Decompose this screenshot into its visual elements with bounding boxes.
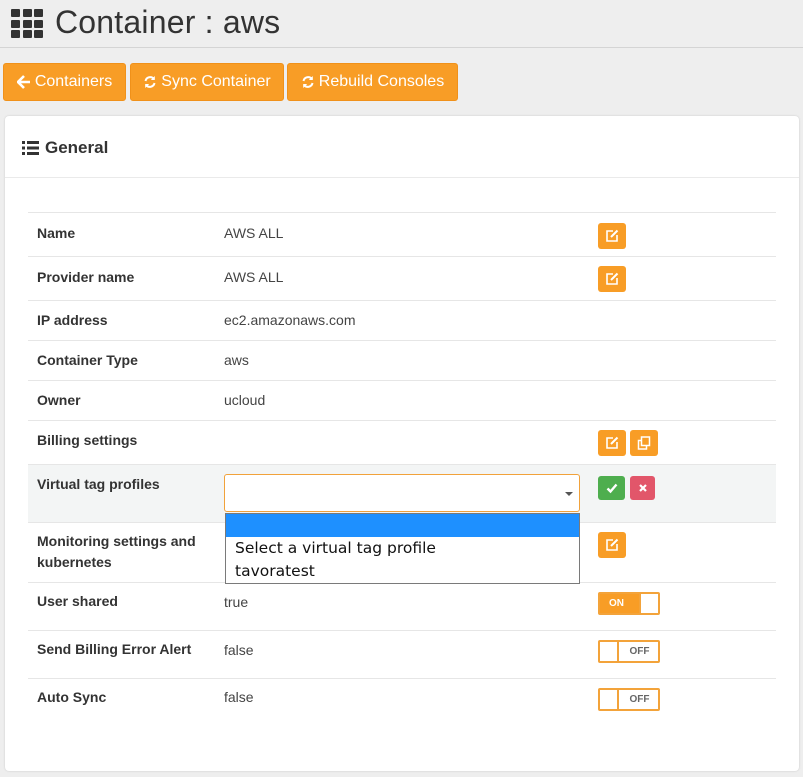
dropdown-option-empty[interactable] — [226, 514, 579, 537]
edit-billing-settings-button[interactable] — [598, 430, 626, 456]
name-value: AWS ALL — [224, 225, 284, 241]
row-container-type: Container Type aws — [28, 340, 776, 380]
containers-button[interactable]: Containers — [3, 63, 126, 101]
send-billing-error-alert-value: false — [224, 642, 254, 658]
edit-icon — [606, 436, 619, 449]
check-icon — [606, 483, 617, 494]
confirm-virtual-tag-button[interactable] — [598, 476, 625, 500]
dropdown-option-placeholder[interactable]: Select a virtual tag profile — [226, 537, 579, 560]
page-header: Container : aws — [0, 0, 803, 48]
containers-button-label: Containers — [34, 73, 113, 90]
arrow-left-icon — [16, 75, 30, 89]
provider-name-value: AWS ALL — [224, 269, 284, 285]
row-user-shared: User shared true ON — [28, 582, 776, 630]
list-icon — [22, 141, 39, 155]
rebuild-consoles-button-label: Rebuild Consoles — [318, 73, 445, 90]
monitoring-settings-label-line1: Monitoring settings and — [37, 533, 196, 549]
toggle-knob — [600, 642, 619, 661]
row-name: Name AWS ALL — [28, 212, 776, 256]
container-type-value: aws — [224, 352, 249, 368]
ip-address-value: ec2.amazonaws.com — [224, 312, 356, 328]
toggle-knob — [600, 690, 619, 709]
send-billing-error-alert-toggle[interactable]: OFF — [598, 640, 660, 663]
close-icon — [638, 484, 647, 492]
copy-icon — [637, 436, 651, 450]
auto-sync-label: Auto Sync — [37, 689, 107, 705]
row-owner: Owner ucloud — [28, 380, 776, 420]
rebuild-consoles-button[interactable]: Rebuild Consoles — [287, 63, 458, 101]
toggle-off-label: OFF — [621, 642, 658, 661]
user-shared-value: true — [224, 594, 249, 610]
edit-provider-name-button[interactable] — [598, 266, 626, 292]
copy-billing-settings-button[interactable] — [630, 430, 658, 456]
row-provider-name: Provider name AWS ALL — [28, 256, 776, 300]
panel-header: General — [5, 116, 799, 178]
name-label: Name — [37, 225, 76, 241]
send-billing-error-alert-label: Send Billing Error Alert — [37, 641, 192, 657]
owner-value: ucloud — [224, 392, 266, 408]
provider-name-label: Provider name — [37, 269, 135, 285]
billing-settings-label: Billing settings — [37, 432, 138, 448]
page-title: Container : aws — [55, 4, 281, 40]
panel-title: General — [45, 138, 109, 157]
container-type-label: Container Type — [37, 352, 138, 368]
row-send-billing-error-alert: Send Billing Error Alert false OFF — [28, 630, 776, 678]
user-shared-label: User shared — [37, 593, 118, 609]
owner-label: Owner — [37, 392, 81, 408]
auto-sync-toggle[interactable]: OFF — [598, 688, 660, 711]
sync-container-button[interactable]: Sync Container — [130, 63, 284, 101]
edit-name-button[interactable] — [598, 223, 626, 249]
monitoring-settings-label: Monitoring settings and kubernetes — [37, 531, 196, 573]
ip-address-label: IP address — [37, 312, 108, 328]
apps-grid-icon — [11, 9, 45, 38]
virtual-tag-profile-dropdown: Select a virtual tag profile tavoratest — [225, 513, 580, 584]
virtual-tag-profile-select[interactable] — [224, 474, 580, 512]
general-panel: General Name AWS ALL Provider name AWS A… — [5, 116, 799, 771]
row-ip-address: IP address ec2.amazonaws.com — [28, 300, 776, 340]
toggle-on-label: ON — [600, 594, 639, 613]
refresh-icon — [302, 76, 314, 88]
toggle-off-label: OFF — [621, 690, 658, 709]
cancel-virtual-tag-button[interactable] — [630, 476, 655, 500]
dropdown-option-tavoratest[interactable]: tavoratest — [226, 560, 579, 583]
monitoring-settings-label-line2: kubernetes — [37, 554, 112, 570]
user-shared-toggle[interactable]: ON — [598, 592, 660, 615]
toggle-knob — [639, 594, 658, 613]
edit-icon — [606, 229, 619, 242]
edit-icon — [606, 538, 619, 551]
caret-down-icon — [565, 492, 573, 496]
virtual-tag-profiles-label: Virtual tag profiles — [37, 476, 160, 492]
row-auto-sync: Auto Sync false OFF — [28, 678, 776, 724]
sync-container-button-label: Sync Container — [161, 73, 271, 90]
edit-icon — [606, 272, 619, 285]
refresh-icon — [144, 76, 156, 88]
row-billing-settings: Billing settings — [28, 420, 776, 464]
auto-sync-value: false — [224, 689, 254, 705]
edit-monitoring-settings-button[interactable] — [598, 532, 626, 558]
